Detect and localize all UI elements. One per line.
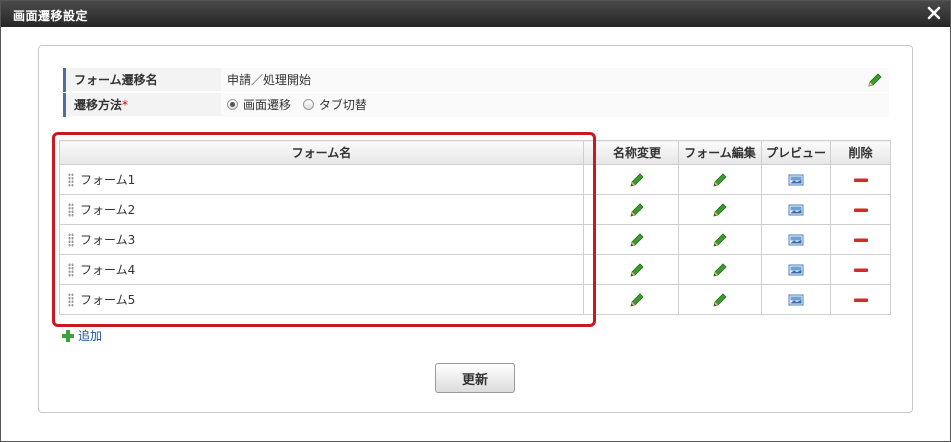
required-mark: *	[122, 98, 129, 112]
preview-image-icon[interactable]	[788, 292, 804, 306]
drag-handle-icon[interactable]	[68, 233, 74, 247]
form-name-cell[interactable]: フォーム3	[59, 224, 584, 255]
preview-cell	[761, 194, 831, 225]
drag-handle-icon[interactable]	[68, 203, 74, 217]
radio-tab-switch-label[interactable]: タブ切替	[319, 98, 367, 112]
spacer-cell	[583, 194, 596, 225]
delete-cell	[830, 254, 891, 285]
delete-minus-icon[interactable]	[853, 172, 869, 186]
drag-handle-icon[interactable]	[68, 173, 74, 187]
preview-image-icon[interactable]	[788, 172, 804, 186]
form-edit-pencil-icon[interactable]	[712, 292, 728, 307]
form-name: フォーム4	[80, 263, 136, 277]
transition-method-options: 画面遷移 タブ切替	[221, 93, 889, 117]
transition-name-value: 申請／処理開始	[221, 68, 889, 92]
radio-screen-transition[interactable]	[227, 99, 238, 110]
header-delete: 削除	[830, 140, 891, 165]
form-name: フォーム3	[80, 233, 136, 247]
form-edit-pencil-icon[interactable]	[712, 202, 728, 217]
header-form-name: フォーム名	[59, 140, 584, 165]
form-edit-cell	[678, 284, 762, 315]
delete-cell	[830, 194, 891, 225]
add-label[interactable]: 追加	[78, 329, 102, 343]
rename-pencil-icon[interactable]	[629, 262, 645, 277]
preview-image-icon[interactable]	[788, 202, 804, 216]
rename-cell	[595, 254, 679, 285]
header-spacer	[583, 140, 596, 165]
delete-minus-icon[interactable]	[853, 262, 869, 276]
transition-method-row: 遷移方法* 画面遷移 タブ切替	[63, 93, 889, 117]
form-name-cell[interactable]: フォーム1	[59, 164, 584, 195]
form-edit-pencil-icon[interactable]	[712, 262, 728, 277]
rename-pencil-icon[interactable]	[629, 232, 645, 247]
delete-minus-icon[interactable]	[853, 232, 869, 246]
plus-icon	[62, 330, 74, 342]
table-row: フォーム5	[59, 284, 891, 315]
drag-handle-icon[interactable]	[68, 293, 74, 307]
dialog-title: 画面遷移設定	[13, 9, 89, 23]
form-name-cell[interactable]: フォーム2	[59, 194, 584, 225]
table-row: フォーム4	[59, 254, 891, 285]
header-rename: 名称変更	[595, 140, 679, 165]
spacer-cell	[583, 254, 596, 285]
preview-cell	[761, 224, 831, 255]
table-row: フォーム1	[59, 164, 891, 195]
form-edit-cell	[678, 254, 762, 285]
delete-cell	[830, 164, 891, 195]
spacer-cell	[583, 284, 596, 315]
delete-minus-icon[interactable]	[853, 202, 869, 216]
form-edit-cell	[678, 224, 762, 255]
header-form-edit: フォーム編集	[678, 140, 762, 165]
update-button[interactable]: 更新	[435, 363, 515, 393]
delete-minus-icon[interactable]	[853, 292, 869, 306]
spacer-cell	[583, 224, 596, 255]
delete-cell	[830, 224, 891, 255]
rename-cell	[595, 224, 679, 255]
rename-pencil-icon[interactable]	[629, 292, 645, 307]
edit-transition-name-pencil-icon[interactable]	[867, 72, 883, 88]
form-edit-pencil-icon[interactable]	[712, 232, 728, 247]
table-header-row: フォーム名 名称変更 フォーム編集 プレビュー 削除	[59, 140, 891, 165]
rename-cell	[595, 284, 679, 315]
form-table: フォーム名 名称変更 フォーム編集 プレビュー 削除 フォーム1 フォーム2 フォー…	[59, 140, 891, 315]
add-form-link[interactable]: 追加	[62, 327, 102, 344]
form-edit-pencil-icon[interactable]	[712, 172, 728, 187]
header-preview: プレビュー	[761, 140, 831, 165]
form-name-cell[interactable]: フォーム4	[59, 254, 584, 285]
transition-name-text: 申請／処理開始	[227, 73, 312, 87]
rename-pencil-icon[interactable]	[629, 202, 645, 217]
rename-cell	[595, 194, 679, 225]
transition-method-label: 遷移方法*	[63, 93, 219, 117]
rename-pencil-icon[interactable]	[629, 172, 645, 187]
preview-image-icon[interactable]	[788, 262, 804, 276]
rename-cell	[595, 164, 679, 195]
table-row: フォーム3	[59, 224, 891, 255]
form-edit-cell	[678, 194, 762, 225]
preview-cell	[761, 254, 831, 285]
form-name: フォーム1	[80, 173, 136, 187]
preview-cell	[761, 164, 831, 195]
form-name: フォーム5	[80, 293, 136, 307]
form-name: フォーム2	[80, 203, 136, 217]
settings-panel: フォーム遷移名 申請／処理開始 遷移方法* 画面遷移 タブ切替 フォーム名 名称…	[38, 45, 913, 413]
radio-tab-switch[interactable]	[302, 99, 314, 110]
spacer-cell	[583, 164, 596, 195]
screen-transition-dialog: 画面遷移設定 フォーム遷移名 申請／処理開始 遷移方法* 画面遷移 タブ切替 フ…	[0, 0, 951, 442]
radio-screen-transition-label[interactable]: 画面遷移	[243, 98, 291, 112]
delete-cell	[830, 284, 891, 315]
form-name-cell[interactable]: フォーム5	[59, 284, 584, 315]
drag-handle-icon[interactable]	[68, 263, 74, 277]
preview-cell	[761, 284, 831, 315]
transition-name-row: フォーム遷移名 申請／処理開始	[63, 68, 889, 92]
close-icon[interactable]	[926, 5, 942, 21]
table-row: フォーム2	[59, 194, 891, 225]
preview-image-icon[interactable]	[788, 232, 804, 246]
dialog-titlebar: 画面遷移設定	[1, 1, 950, 27]
transition-name-label: フォーム遷移名	[63, 68, 219, 92]
form-edit-cell	[678, 164, 762, 195]
